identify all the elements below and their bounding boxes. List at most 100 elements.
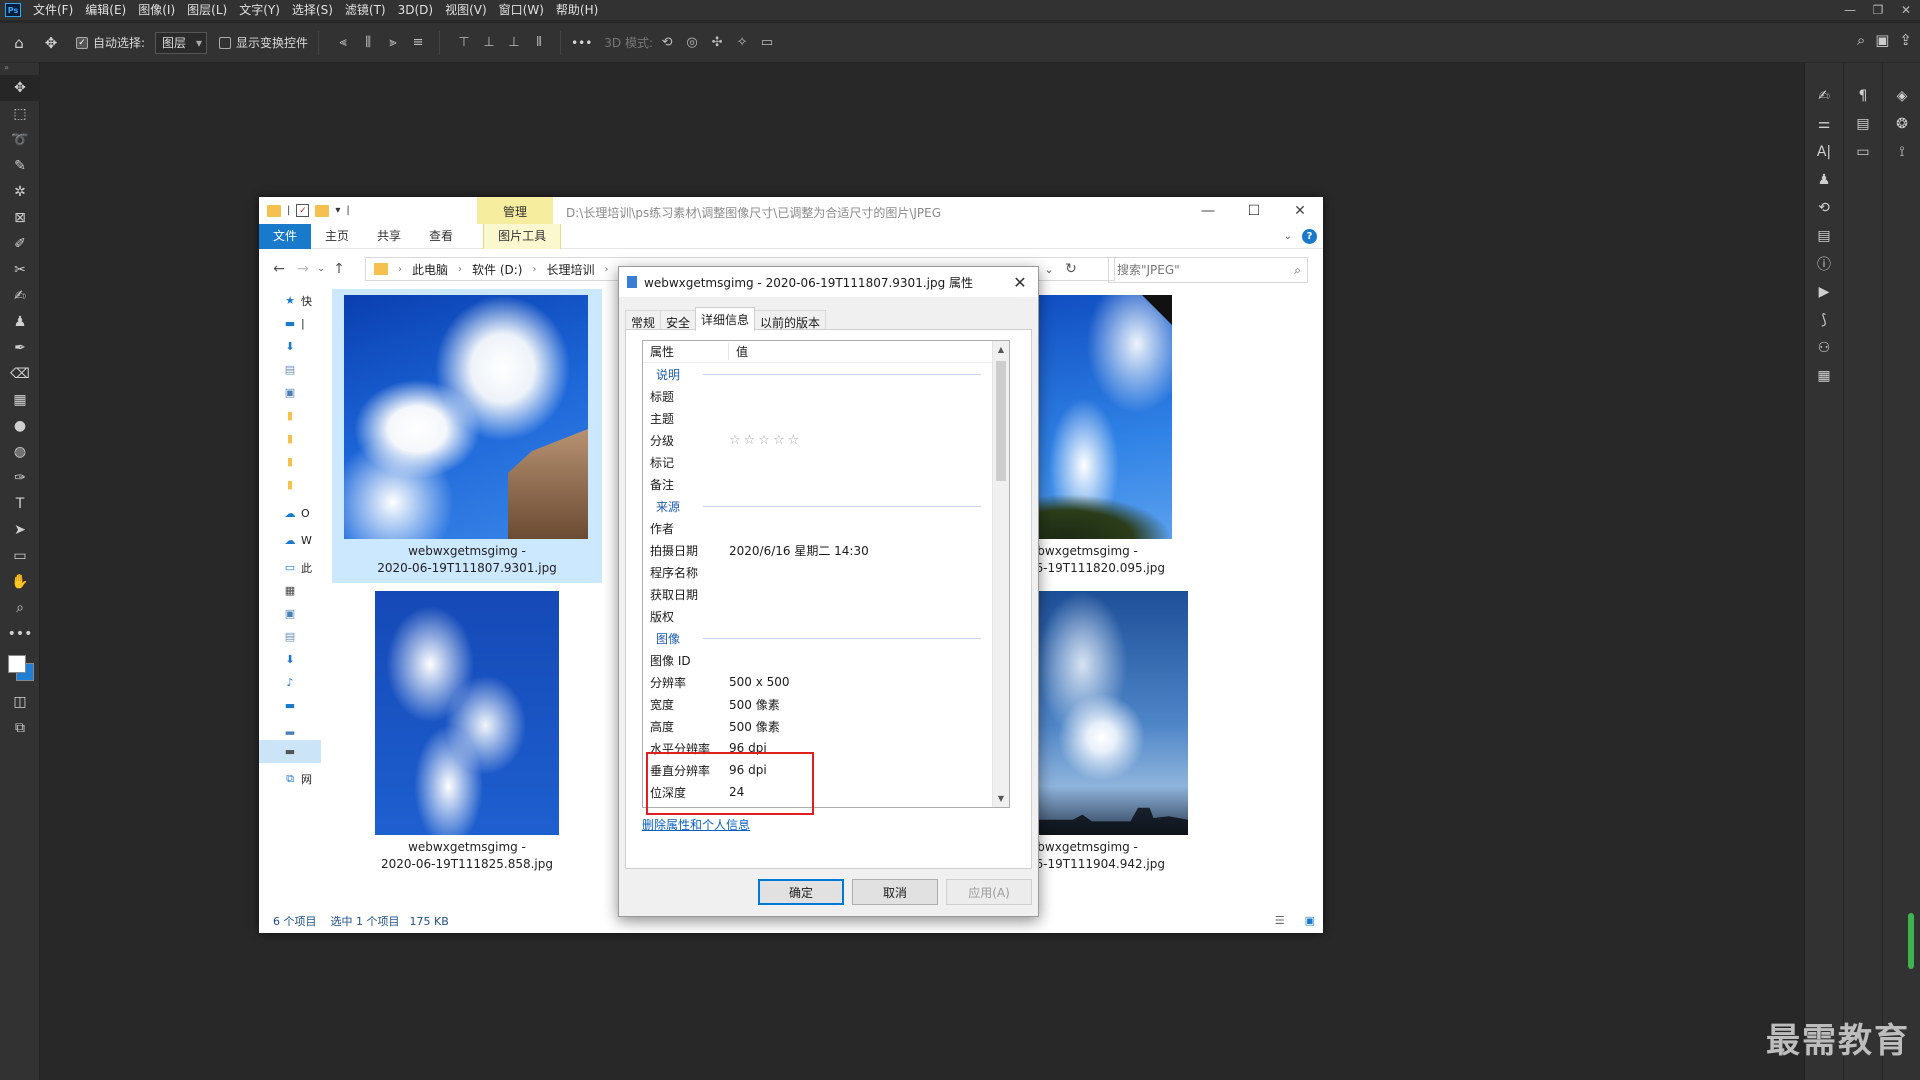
nav-documents[interactable]: ▤ [259,625,321,648]
search-icon[interactable]: ⌕ [1294,258,1301,282]
property-list[interactable]: 属性 值 说明 标题 主题 分级 ☆☆☆☆☆ 标记 备注 来源 作者 拍摄日期 20… [642,340,1010,808]
workspace-icon[interactable]: ▣ [1875,31,1889,49]
nav-downloads[interactable]: ⬇ [259,648,321,671]
nav-drive-c[interactable]: ▂ [259,717,321,740]
zoom-tool-icon[interactable]: ⌕ [0,595,40,621]
menu-layer[interactable]: 图层(L) [181,0,233,20]
search-icon[interactable]: ⌕ [1857,31,1865,49]
breadcrumb-item[interactable]: 此电脑 [412,261,448,278]
customize-icon[interactable]: ▾ [335,205,340,216]
property-row[interactable]: 分级 ☆☆☆☆☆ [643,429,1009,451]
path-select-icon[interactable]: ➤ [0,517,40,543]
nav-pictures[interactable]: ▣ [259,602,321,625]
history-icon[interactable]: ⟲ [1811,197,1837,219]
tab-security[interactable]: 安全 [660,310,697,331]
paragraph-icon[interactable]: ¶ [1850,85,1876,107]
info-icon[interactable]: ⓘ [1811,253,1837,275]
3d-pan-icon[interactable]: ✣ [706,32,728,54]
eraser-tool-icon[interactable]: ⌫ [0,361,40,387]
menu-edit[interactable]: 编辑(E) [79,0,132,20]
align-left-icon[interactable]: ⫷ [332,32,354,54]
recent-chevron-icon[interactable]: ⌄ [315,264,327,274]
tab-file[interactable]: 文件 [259,223,312,249]
brush-settings-icon[interactable]: ✍ [1811,85,1837,107]
clone-source-icon[interactable]: ♟ [1811,169,1837,191]
nav-desktop[interactable]: ▬ | [259,312,321,335]
menu-3d[interactable]: 3D(D) [392,0,439,20]
nav-desktop[interactable]: ▬ [259,694,321,717]
menu-select[interactable]: 选择(S) [286,0,339,20]
property-row[interactable]: 程序名称 [643,561,1009,583]
nav-onedrive[interactable]: ☁ O [259,502,321,525]
marquee-tool-icon[interactable]: ⬚ [0,101,40,127]
layers-icon[interactable]: ◈ [1889,85,1915,107]
folder-icon[interactable] [267,204,281,217]
menu-file[interactable]: 文件(F) [27,0,79,20]
property-row[interactable]: 拍摄日期 2020/6/16 星期二 14:30 [643,539,1009,561]
scroll-up-icon[interactable]: ▲ [993,341,1009,358]
screen-mode-icon[interactable]: ⧉ [0,715,40,741]
distribute-vertical-icon[interactable]: ⫴ [528,32,550,54]
nav-folder[interactable]: ▮ [259,450,321,473]
restore-button[interactable]: ❐ [1864,0,1892,20]
history-brush-icon[interactable]: ✒ [0,335,40,361]
remove-properties-link[interactable]: 删除属性和个人信息 [642,816,750,833]
tab-picture-tools[interactable]: 图片工具 [483,223,562,249]
nav-music[interactable]: ♪ [259,671,321,694]
hand-tool-icon[interactable]: ✋ [0,569,40,595]
thumbnail-view-icon[interactable]: ▣ [1305,914,1315,927]
align-right-icon[interactable]: ⫸ [382,32,404,54]
property-row[interactable]: 备注 [643,473,1009,495]
gradient-tool-icon[interactable]: ▦ [0,387,40,413]
3d-slide-icon[interactable]: ✧ [731,32,753,54]
expand-ribbon-icon[interactable]: ⌄ [1284,231,1292,242]
tab-share[interactable]: 共享 [363,224,415,249]
rating-stars[interactable]: ☆☆☆☆☆ [729,433,802,448]
magic-wand-icon[interactable]: ✲ [0,179,40,205]
close-button[interactable]: ✕ [1892,0,1920,20]
nav-this-pc[interactable]: ▭ 此 [259,556,321,579]
minimize-button[interactable]: — [1185,197,1231,224]
property-row[interactable]: 宽度 500 像素 [643,693,1009,715]
property-row[interactable]: 分辨率 500 x 500 [643,671,1009,693]
file-thumbnail[interactable]: webwxgetmsgimg - 2020-06-19T111807.9301.… [332,289,602,583]
property-row[interactable]: 标记 [643,451,1009,473]
scroll-down-icon[interactable]: ▼ [993,790,1009,807]
3d-icon[interactable]: ⚇ [1811,337,1837,359]
menu-type[interactable]: 文字(Y) [233,0,286,20]
character-icon[interactable]: A| [1811,141,1837,163]
property-row[interactable]: 主题 [643,407,1009,429]
close-icon[interactable]: ✕ [1010,272,1030,292]
help-icon[interactable]: ? [1302,229,1317,244]
menu-image[interactable]: 图像(I) [132,0,181,20]
forward-icon[interactable]: → [291,261,315,277]
nav-folder[interactable]: ▮ [259,473,321,496]
nav-network[interactable]: ⧉ 网 [259,767,321,790]
property-row[interactable]: 获取日期 [643,583,1009,605]
align-center-icon[interactable]: ⫼ [357,32,379,54]
nav-quick-access[interactable]: ★ 快 [259,289,321,312]
frame-tool-icon[interactable]: ⊠ [0,205,40,231]
up-icon[interactable]: ↑ [327,261,351,277]
share-icon[interactable]: ⇪ [1899,31,1912,49]
auto-select-checkbox[interactable]: ✓ [76,36,88,49]
refresh-icon[interactable]: ↻ [1059,257,1083,281]
layer-select-dropdown[interactable]: 图层 [155,31,208,54]
color-swatches[interactable] [0,647,39,689]
nav-pictures[interactable]: ▣ [259,381,321,404]
align-middle-icon[interactable]: ⊥ [478,32,500,54]
nav-folder[interactable]: ▮ [259,404,321,427]
nav-wps[interactable]: ☁ W [259,529,321,552]
styles-icon[interactable]: ▤ [1850,113,1876,135]
property-row[interactable]: 高度 500 像素 [643,715,1009,737]
ok-button[interactable]: 确定 [758,879,844,905]
align-top-icon[interactable]: ⊤ [453,32,475,54]
3d-roll-icon[interactable]: ◎ [681,32,703,54]
file-thumbnail[interactable]: webwxgetmsgimg - 2020-06-19T111825.858.j… [332,585,602,879]
eyedropper-icon[interactable]: ✐ [0,231,40,257]
property-row[interactable]: 作者 [643,517,1009,539]
menu-help[interactable]: 帮助(H) [550,0,604,20]
3d-camera-icon[interactable]: ▭ [756,32,778,54]
column-property[interactable]: 属性 [643,343,729,360]
blur-tool-icon[interactable]: ● [0,413,40,439]
